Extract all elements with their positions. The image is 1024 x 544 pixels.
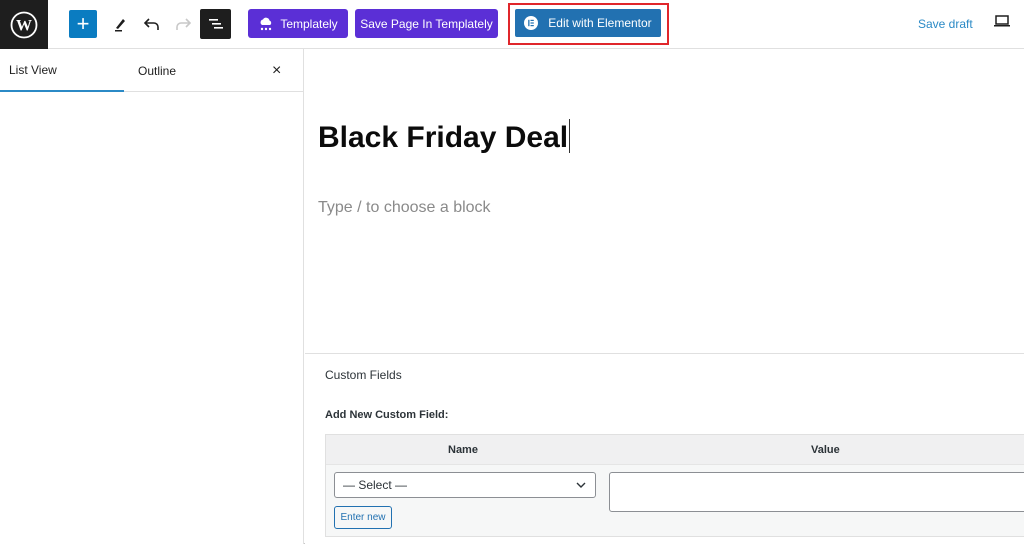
custom-fields-title[interactable]: Custom Fields (325, 368, 402, 382)
undo-button[interactable] (140, 12, 164, 36)
post-title-text: Black Friday Deal (318, 121, 569, 154)
wordpress-logo-button[interactable]: W (0, 0, 48, 49)
document-overview-sidebar: List View Outline × (0, 49, 304, 544)
editor-toolbar: W + Templately Save Page In Templately E… (0, 0, 1024, 49)
editor-canvas[interactable]: Black Friday Deal Type / to choose a blo… (305, 49, 1024, 353)
list-view-icon (208, 19, 223, 29)
custom-fields-metabox: Custom Fields Add New Custom Field: Name… (305, 353, 1024, 544)
custom-field-name-select[interactable]: — Select — (334, 472, 596, 498)
save-page-in-templately-button[interactable]: Save Page In Templately (355, 9, 498, 38)
tools-button[interactable] (108, 12, 132, 36)
document-overview-button[interactable] (200, 9, 231, 39)
custom-field-table: Name Value — Select — Enter new (325, 434, 1024, 537)
enter-new-label: Enter new (340, 512, 386, 523)
post-title[interactable]: Black Friday Deal (318, 119, 571, 155)
column-value-header: Value (811, 444, 840, 456)
chevron-down-icon (576, 482, 586, 488)
redo-button[interactable] (171, 12, 195, 36)
templately-button[interactable]: Templately (248, 9, 348, 38)
tab-list-view[interactable]: List View (0, 49, 124, 92)
undo-icon (143, 18, 159, 30)
pencil-icon (115, 19, 125, 32)
save-draft-button[interactable]: Save draft (918, 17, 973, 31)
sidebar-tabs: List View Outline × (0, 49, 303, 92)
plus-icon: + (76, 11, 90, 36)
desktop-preview-icon (994, 15, 1010, 27)
text-cursor (569, 119, 571, 153)
column-name-header: Name (448, 444, 478, 456)
add-block-button[interactable]: + (69, 10, 97, 38)
save-page-in-templately-label: Save Page In Templately (360, 16, 493, 31)
edit-with-elementor-button[interactable]: Edit with Elementor (515, 9, 661, 37)
edit-with-elementor-label: Edit with Elementor (548, 16, 652, 30)
wordpress-icon: W (10, 11, 38, 38)
tab-list-view-label: List View (9, 62, 57, 77)
svg-text:W: W (16, 17, 32, 34)
block-placeholder[interactable]: Type / to choose a block (318, 199, 491, 217)
templately-label: Templately (280, 16, 338, 31)
tab-outline[interactable]: Outline (138, 49, 176, 92)
add-new-custom-field-label: Add New Custom Field: (325, 409, 449, 421)
redo-icon (176, 18, 192, 30)
elementor-icon (524, 16, 539, 30)
templately-cloud-icon (260, 17, 272, 30)
custom-field-table-header: Name Value (326, 435, 1024, 465)
select-value: — Select — (343, 478, 408, 492)
preview-button[interactable] (993, 14, 1011, 33)
enter-new-button[interactable]: Enter new (334, 506, 392, 529)
tab-outline-label: Outline (138, 63, 177, 78)
close-icon[interactable]: × (272, 62, 281, 80)
custom-field-value-textarea[interactable] (609, 472, 1024, 512)
